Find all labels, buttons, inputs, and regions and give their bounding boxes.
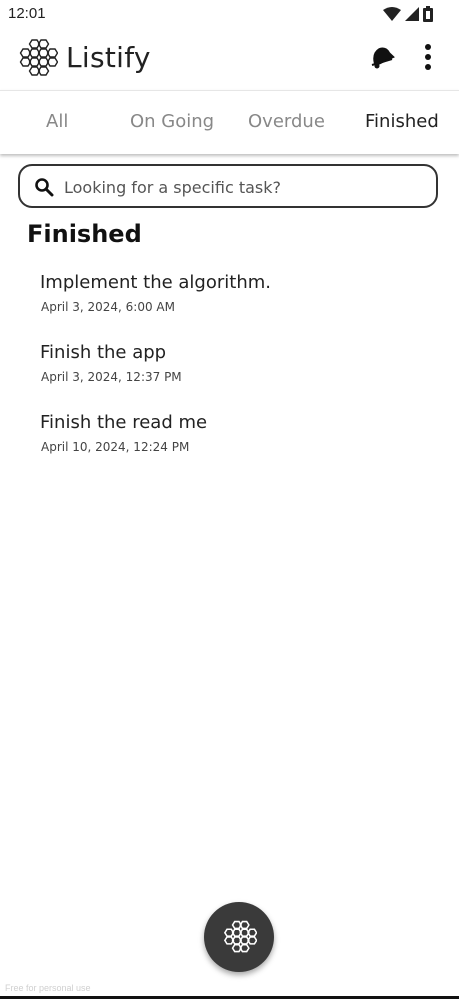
search-input[interactable] (62, 172, 426, 202)
wifi-icon (383, 7, 401, 21)
add-task-button[interactable] (204, 902, 274, 972)
tab-on-going[interactable]: On Going (130, 111, 214, 132)
battery-icon (423, 6, 433, 22)
task-title: Finish the app (40, 342, 167, 363)
status-time: 12:01 (8, 5, 46, 22)
status-bar: 12:01 (0, 0, 459, 28)
bell-icon[interactable] (366, 42, 396, 72)
tab-finished[interactable]: Finished (365, 111, 439, 132)
section-title: Finished (27, 220, 142, 248)
watermark: Free for personal use (5, 983, 91, 993)
search-icon (35, 178, 54, 197)
signal-icon (405, 7, 419, 21)
hexagon-cluster-icon (223, 920, 257, 953)
more-vert-icon[interactable] (418, 42, 438, 72)
task-item[interactable]: Finish the read me April 10, 2024, 12:24… (40, 412, 420, 472)
task-item[interactable]: Finish the app April 3, 2024, 12:37 PM (40, 342, 420, 402)
status-icons (383, 6, 433, 22)
task-date: April 3, 2024, 12:37 PM (41, 370, 182, 384)
task-item[interactable]: Implement the algorithm. April 3, 2024, … (40, 272, 420, 332)
task-title: Implement the algorithm. (40, 272, 271, 293)
task-title: Finish the read me (40, 412, 208, 433)
task-date: April 10, 2024, 12:24 PM (41, 440, 190, 454)
app-bar: Listify (0, 28, 459, 90)
tab-overdue[interactable]: Overdue (248, 111, 325, 132)
search-bar[interactable] (18, 164, 438, 208)
task-date: April 3, 2024, 6:00 AM (41, 300, 175, 314)
tab-bar: All On Going Overdue Finished (0, 90, 459, 154)
tab-all[interactable]: All (46, 111, 68, 132)
logo-icon (19, 39, 58, 76)
app-title: Listify (66, 41, 151, 74)
